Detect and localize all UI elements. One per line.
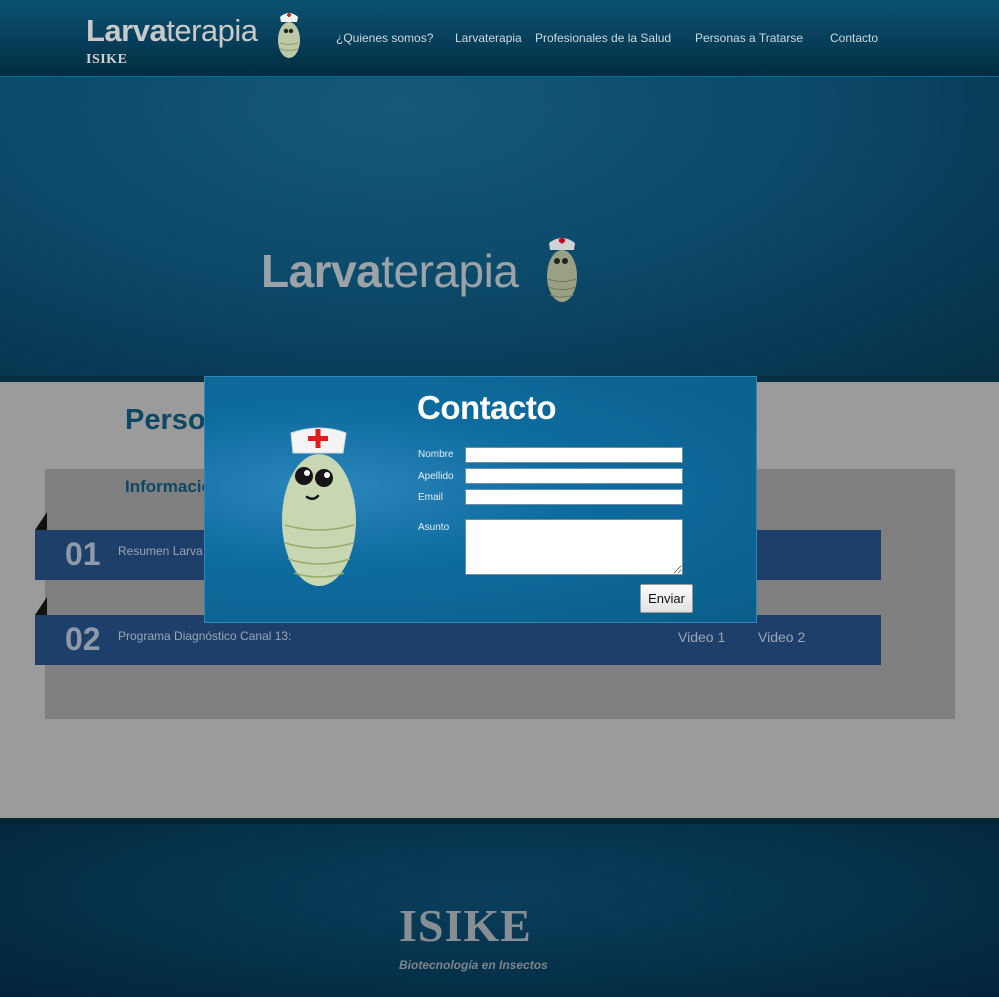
nav-personas[interactable]: Personas a Tratarse — [695, 31, 803, 45]
site-logo[interactable]: Larvaterapia ISIKE — [86, 13, 300, 67]
hero-banner: Larvaterapia — [0, 77, 999, 376]
nav-profesionales[interactable]: Profesionales de la Salud — [535, 31, 671, 45]
nombre-field[interactable] — [465, 447, 683, 463]
corner-fold — [35, 597, 47, 615]
footer-tagline: Biotecnología en Insectos — [399, 958, 548, 972]
site-footer: ISIKE Biotecnología en Insectos — [0, 824, 999, 997]
corner-fold — [35, 512, 47, 530]
modal-title: Contacto — [417, 389, 557, 426]
hero-logo-wordmark: Larvaterapia — [261, 245, 519, 297]
info-heading: Informació — [125, 477, 212, 496]
nav-contacto[interactable]: Contacto — [830, 31, 878, 45]
nurse-larva-icon — [282, 427, 356, 586]
nurse-larva-icon — [278, 13, 300, 58]
item-number: 01 — [65, 536, 101, 572]
item-text: Resumen Larva — [118, 544, 203, 558]
email-field[interactable] — [465, 489, 683, 505]
item-number: 02 — [65, 621, 101, 657]
footer-logo: ISIKE — [399, 900, 532, 951]
item-text: Programa Diagnóstico Canal 13: — [118, 629, 292, 643]
video-2-link[interactable]: Video 2 — [758, 629, 805, 645]
contact-modal: Contacto Nombre Apellido Email Asunto En… — [204, 376, 757, 623]
email-label: Email — [418, 492, 444, 503]
asunto-label: Asunto — [418, 522, 450, 533]
logo-subtitle: ISIKE — [86, 52, 128, 67]
apellido-field[interactable] — [465, 468, 683, 484]
video-1-link[interactable]: Video 1 — [678, 629, 725, 645]
nav-quienes-somos[interactable]: ¿Quienes somos? — [336, 31, 433, 45]
asunto-textarea[interactable] — [465, 519, 683, 575]
logo-wordmark: Larvaterapia — [86, 13, 258, 48]
apellido-label: Apellido — [418, 471, 454, 482]
nurse-larva-icon — [547, 237, 577, 302]
site-header: Larvaterapia ISIKE ¿Quienes somos? Larva… — [0, 0, 999, 77]
nav-larvaterapia[interactable]: Larvaterapia — [455, 31, 522, 45]
nombre-label: Nombre — [418, 449, 454, 460]
hero-logo: Larvaterapia — [261, 237, 577, 302]
submit-button[interactable]: Enviar — [640, 584, 693, 613]
